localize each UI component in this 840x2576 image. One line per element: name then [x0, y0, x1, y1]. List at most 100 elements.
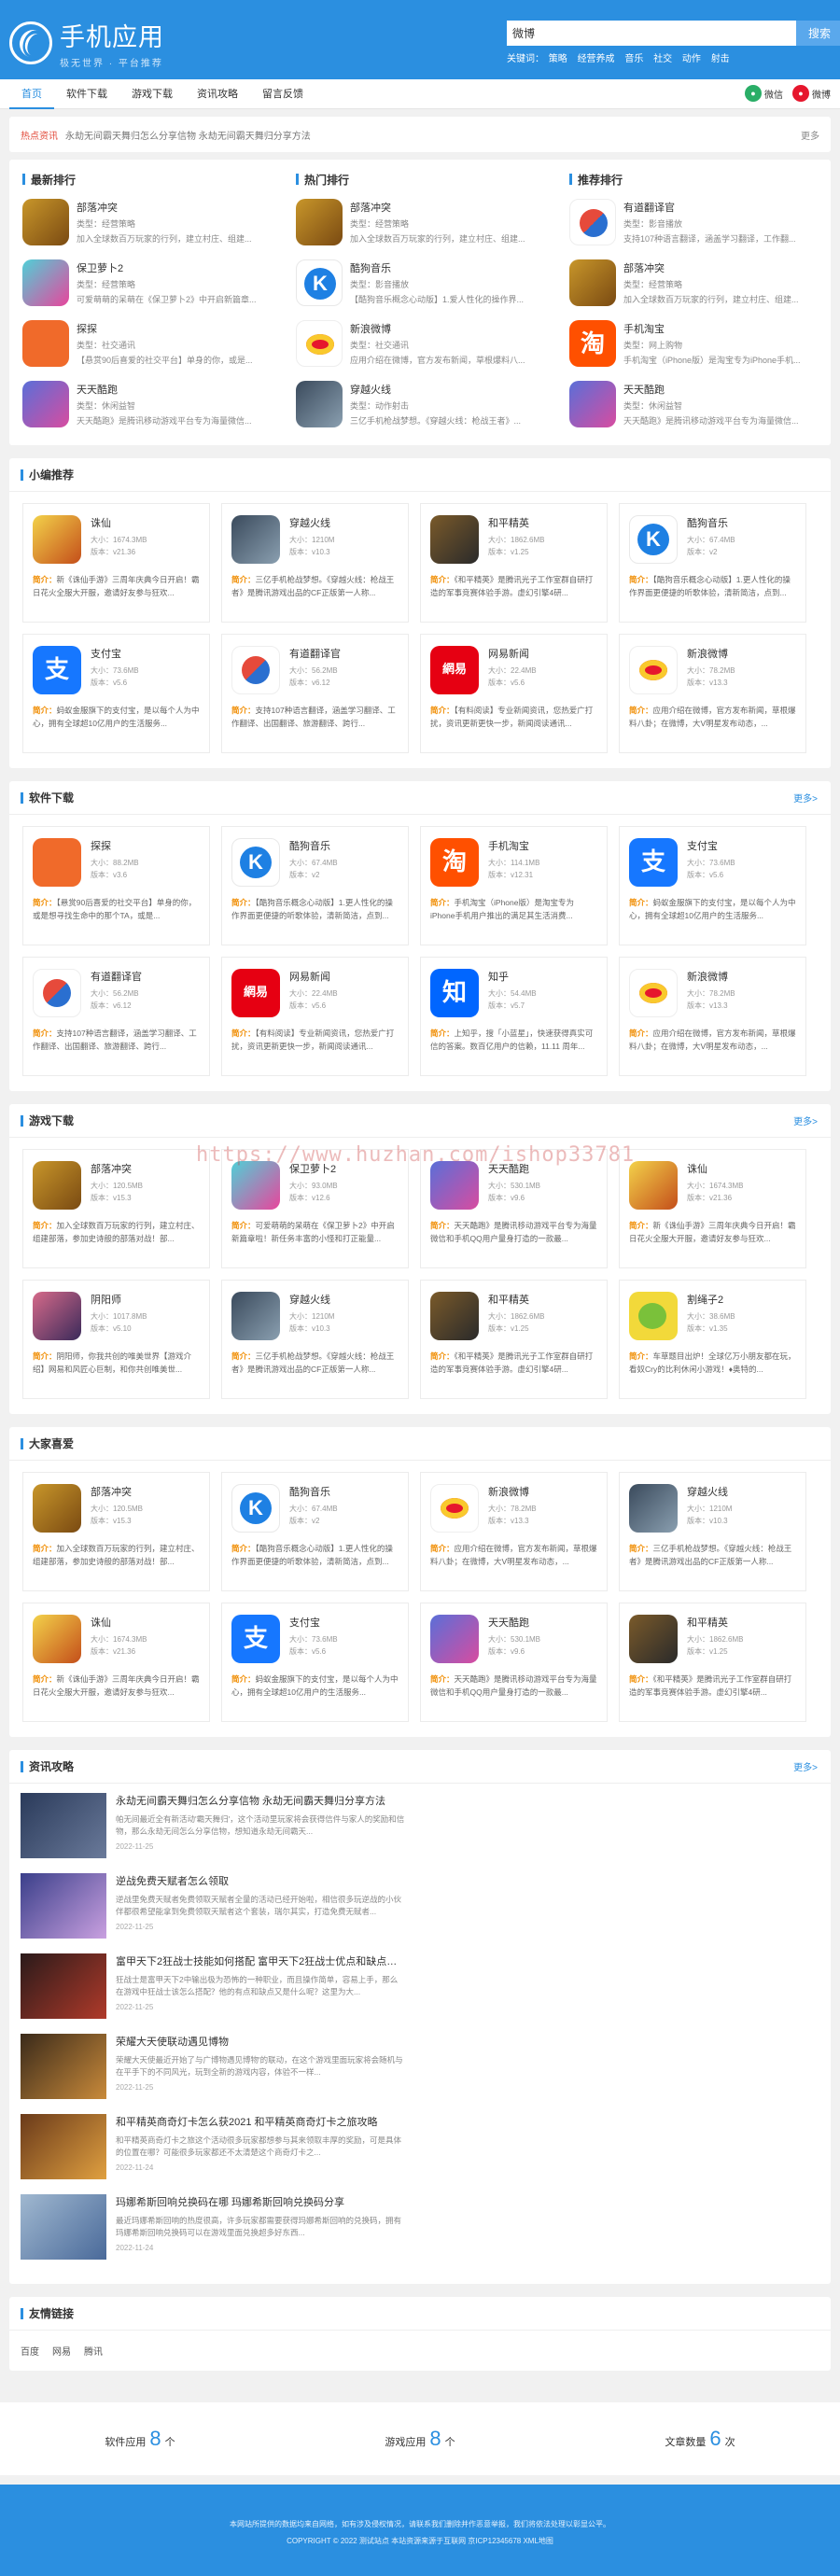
- ranking-item[interactable]: 淘手机淘宝 类型：网上购物 手机淘宝（iPhone版）是淘宝专为iPhone手机..…: [569, 313, 817, 373]
- app-section-title: 小编推荐: [29, 469, 75, 482]
- ranking-item[interactable]: 部落冲突 类型：经营策略 加入全球数百万玩家的行列，建立村庄、组建...: [569, 252, 817, 313]
- share-weibo[interactable]: ● 微博: [792, 85, 831, 102]
- app-card[interactable]: 和平精英 大小：1862.6MB 版本：v1.25 简介：《和平精英》是腾讯光子工作室…: [619, 1603, 806, 1722]
- news-item[interactable]: 和平精英商奇灯卡怎么获2021 和平精英商奇灯卡之旅攻略 和平精英商奇灯卡之旅这个…: [21, 2114, 420, 2194]
- app-name: 酷狗音乐: [289, 841, 330, 852]
- friend-link[interactable]: 网易: [52, 2344, 71, 2358]
- wechat-icon: ●: [745, 85, 762, 102]
- app-name: 网易新闻: [488, 649, 529, 660]
- app-card[interactable]: 保卫萝卜2 大小：93.0MB 版本：v12.6 简介：可爱萌萌的呆萌在《保卫萝卜2》…: [221, 1149, 409, 1268]
- app-card[interactable]: 和平精英 大小：1862.6MB 版本：v1.25 简介：《和平精英》是腾讯光子工作室…: [420, 503, 608, 623]
- app-version: 版本：v5.6: [289, 1647, 327, 1656]
- ranking-item[interactable]: 穿越火线 类型：动作射击 三亿手机枪战梦想。《穿越火线：枪战王者》...: [296, 373, 543, 434]
- app-card[interactable]: 穿越火线 大小：1210M 版本：v10.3 简介：三亿手机枪战梦想。《穿越火线：枪战…: [619, 1472, 806, 1591]
- keyword-link[interactable]: 音乐: [624, 54, 643, 64]
- app-card[interactable]: 知知乎 大小：54.4MB 版本：v5.7 简介：上知乎，搜「小蓝星」，快速获得真实可…: [420, 957, 608, 1076]
- app-card[interactable]: 網易 网易新闻 大小：22.4MB 版本：v5.6 简介：【有料阅读】专业新闻资讯，您热…: [221, 957, 409, 1076]
- app-card[interactable]: 和平精英 大小：1862.6MB 版本：v1.25 简介：《和平精英》是腾讯光子工作室…: [420, 1280, 608, 1399]
- ranking-item[interactable]: 探探 类型：社交通讯 【悬赏90后喜爱的社交平台】单身的你，或是...: [22, 313, 270, 373]
- ranking-item[interactable]: 新浪微博 类型：社交通讯 应用介绍在微博，官方发布新闻，草根爆料八...: [296, 313, 543, 373]
- news-item[interactable]: 逆战免费天赋者怎么领取 逆战里免费天赋者免费领取天赋者全量的活动已经开始啦，相信很…: [21, 1873, 420, 1953]
- app-card[interactable]: 有道翻译官 大小：56.2MB 版本：v6.12 简介：支持107种语言翻译，涵盖学习…: [22, 957, 210, 1076]
- app-name: 探探: [77, 323, 97, 335]
- nav-item-games[interactable]: 游戏下载: [119, 79, 185, 109]
- app-card[interactable]: 有道翻译官 大小：56.2MB 版本：v6.12 简介：支持107种语言翻译，涵盖学习…: [221, 634, 409, 753]
- ranking-item[interactable]: 天天酷跑 类型：休闲益智 天天酷跑》是腾讯移动游戏平台专为海量微信...: [569, 373, 817, 434]
- ranking-item[interactable]: 酷狗音乐类型：影音播放【酷狗音乐概念心动版】1.爱人性化的操作界...: [296, 252, 543, 313]
- app-card-meta: 手机淘宝 大小：114.1MB 版本：v12.31: [488, 838, 539, 887]
- app-card-grid: 部落冲突 大小：120.5MB 版本：v15.3 简介：加入全球数百万玩家的行列，建立…: [9, 1138, 831, 1414]
- nav-item-feedback[interactable]: 留言反馈: [250, 79, 315, 109]
- app-size: 大小：78.2MB: [488, 1505, 537, 1513]
- nav-item-news[interactable]: 资讯攻略: [185, 79, 250, 109]
- app-card[interactable]: 淘手机淘宝 大小：114.1MB 版本：v12.31 简介：手机淘宝（iPhone版）…: [420, 826, 608, 945]
- app-size: 大小：88.2MB: [91, 859, 139, 867]
- news-item[interactable]: 荣耀大天使联动遇见博物 荣耀大天使最近开始了与广博物遇见博物'的联动，在这个游戏里…: [21, 2034, 420, 2114]
- site-logo[interactable]: 手机应用 极无世界 · 平台推荐: [9, 17, 164, 69]
- hot-news-link[interactable]: 永劫无间霸天舞归怎么分享信物 永劫无间霸天舞归分享方法: [65, 128, 311, 142]
- keyword-link[interactable]: 社交: [653, 54, 672, 64]
- hot-news-more[interactable]: 更多: [801, 128, 819, 142]
- app-card[interactable]: 天天酷跑 大小：530.1MB 版本：v9.6 简介：天天酷跑》是腾讯移动游戏平台专为…: [420, 1149, 608, 1268]
- news-more-link[interactable]: 更多>: [793, 1759, 818, 1773]
- app-card[interactable]: 诛仙 大小：1674.3MB 版本：v21.36 简介：新《诛仙手游》三周年庆典今日开…: [22, 503, 210, 623]
- news-item[interactable]: 玛娜希斯回响兑换码在哪 玛娜希斯回响兑换码分享 最近玛娜希斯回响的热度很高，许多玩…: [21, 2194, 420, 2275]
- friend-link[interactable]: 腾讯: [84, 2344, 103, 2358]
- search-button[interactable]: 搜索: [796, 21, 840, 46]
- app-card[interactable]: 部落冲突 大小：120.5MB 版本：v15.3 简介：加入全球数百万玩家的行列，建立…: [22, 1149, 210, 1268]
- app-card[interactable]: 阴阳师 大小：1017.8MB 版本：v5.10 简介：阴阳师，你我共创的唯美世界【游…: [22, 1280, 210, 1399]
- friend-link[interactable]: 百度: [21, 2344, 39, 2358]
- app-card[interactable]: 酷狗音乐大小：67.4MB 版本：v2 简介：【酷狗音乐概念心动版】1.更人性化的操…: [221, 1472, 409, 1591]
- app-card[interactable]: 新浪微博 大小：78.2MB 版本：v13.3 简介：应用介绍在微博，官方发布新闻，草…: [420, 1472, 608, 1591]
- app-type: 类型：经营策略: [77, 279, 136, 289]
- news-thumbnail: [21, 1873, 106, 1939]
- nav-item-software[interactable]: 软件下载: [54, 79, 119, 109]
- app-card[interactable]: 割绳子2 大小：38.6MB 版本：v1.35 简介：车草题目出炉！全球亿万小朋友都在…: [619, 1280, 806, 1399]
- app-version: 版本：v1.25: [687, 1647, 728, 1656]
- app-card[interactable]: 诛仙 大小：1674.3MB 版本：v21.36 简介：新《诛仙手游》三周年庆典今日开…: [619, 1149, 806, 1268]
- keyword-link[interactable]: 动作: [682, 54, 701, 64]
- app-card[interactable]: 穿越火线 大小：1210M 版本：v10.3 简介：三亿手机枪战梦想。《穿越火线：枪战…: [221, 1280, 409, 1399]
- app-card[interactable]: 新浪微博 大小：78.2MB 版本：v13.3 简介：应用介绍在微博，官方发布新闻，草…: [619, 634, 806, 753]
- app-card[interactable]: 穿越火线 大小：1210M 版本：v10.3 简介：三亿手机枪战梦想。《穿越火线：枪战…: [221, 503, 409, 623]
- search-input[interactable]: [507, 21, 796, 46]
- stat-unit: 个: [164, 2437, 175, 2448]
- keyword-link[interactable]: 策略: [549, 54, 567, 64]
- news-thumbnail: [21, 2194, 106, 2260]
- keyword-link[interactable]: 经营养成: [578, 54, 615, 64]
- share-wechat[interactable]: ● 微信: [745, 85, 783, 102]
- app-card[interactable]: 酷狗音乐大小：67.4MB 版本：v2 简介：【酷狗音乐概念心动版】1.更人性化的操…: [619, 503, 806, 623]
- ranking-item[interactable]: 天天酷跑 类型：休闲益智 天天酷跑》是腾讯移动游戏平台专为海量微信...: [22, 373, 270, 434]
- app-card-top: 支支付宝 大小：73.6MB 版本：v5.6: [629, 838, 796, 887]
- stat-label: 文章数量: [665, 2437, 707, 2448]
- app-card[interactable]: 新浪微博 大小：78.2MB 版本：v13.3 简介：应用介绍在微博，官方发布新闻，草…: [619, 957, 806, 1076]
- ranking-item[interactable]: 保卫萝卜2 类型：经营策略 可爱萌萌的呆萌在《保卫萝卜2》中开启新篇章...: [22, 252, 270, 313]
- ranking-item[interactable]: 部落冲突 类型：经营策略 加入全球数百万玩家的行列，建立村庄、组建...: [22, 191, 270, 252]
- app-card[interactable]: 支支付宝 大小：73.6MB 版本：v5.6 简介：蚂蚁金服旗下的支付宝，是以每个人为…: [619, 826, 806, 945]
- news-item[interactable]: 永劫无间霸天舞归怎么分享信物 永劫无间霸天舞归分享方法 帕无间最近全有新活动'霸天…: [21, 1793, 420, 1873]
- app-card[interactable]: 支支付宝 大小：73.6MB 版本：v5.6 简介：蚂蚁金服旗下的支付宝，是以每个人为…: [221, 1603, 409, 1722]
- app-icon: [33, 838, 81, 887]
- app-card[interactable]: 部落冲突 大小：120.5MB 版本：v15.3 简介：加入全球数百万玩家的行列，建立…: [22, 1472, 210, 1591]
- keyword-link[interactable]: 射击: [711, 54, 730, 64]
- news-panel: 资讯攻略 更多> 永劫无间霸天舞归怎么分享信物 永劫无间霸天舞归分享方法 帕无间最…: [9, 1750, 831, 2284]
- app-card[interactable]: 網易 网易新闻 大小：22.4MB 版本：v5.6 简介：【有料阅读】专业新闻资讯，您热…: [420, 634, 608, 753]
- nav-item-home[interactable]: 首页: [9, 79, 54, 109]
- app-type: 类型：影音播放: [623, 218, 683, 229]
- news-item[interactable]: 富甲天下2狂战士技能如何搭配 富甲天下2狂战士优点和缺点分析 狂战士是富甲天下2中…: [21, 1953, 420, 2034]
- friend-links-panel: 友情链接 百度 网易 腾讯: [9, 2297, 831, 2371]
- section-more-link[interactable]: 更多>: [793, 791, 818, 805]
- stat-value: 8: [429, 2427, 441, 2450]
- app-card[interactable]: 探探 大小：88.2MB 版本：v3.6 简介：【悬赏90后喜爱的社交平台】单身的你，…: [22, 826, 210, 945]
- app-card[interactable]: 天天酷跑 大小：530.1MB 版本：v9.6 简介：天天酷跑》是腾讯移动游戏平台专为…: [420, 1603, 608, 1722]
- app-desc-block: 简介：阴阳师，你我共创的唯美世界【游戏介绍】网易和风匠心巨制，和你共创唯美世..…: [33, 1350, 200, 1376]
- ranking-item[interactable]: 有道翻译官 类型：影音播放 支持107种语言翻译，涵盖学习翻译，工作翻...: [569, 191, 817, 252]
- section-more-link[interactable]: 更多>: [793, 1113, 818, 1127]
- app-size: 大小：1017.8MB: [91, 1312, 147, 1321]
- news-thumbnail: [21, 2034, 106, 2099]
- app-desc: 【悬赏90后喜爱的社交平台】单身的你，或是...: [77, 355, 253, 365]
- ranking-item[interactable]: 部落冲突 类型：经营策略 加入全球数百万玩家的行列，建立村庄、组建...: [296, 191, 543, 252]
- app-card[interactable]: 酷狗音乐大小：67.4MB 版本：v2 简介：【酷狗音乐概念心动版】1.更人性化的操…: [221, 826, 409, 945]
- app-card[interactable]: 支支付宝 大小：73.6MB 版本：v5.6 简介：蚂蚁金服旗下的支付宝，是以每个人为…: [22, 634, 210, 753]
- app-card[interactable]: 诛仙 大小：1674.3MB 版本：v21.36 简介：新《诛仙手游》三周年庆典今日开…: [22, 1603, 210, 1722]
